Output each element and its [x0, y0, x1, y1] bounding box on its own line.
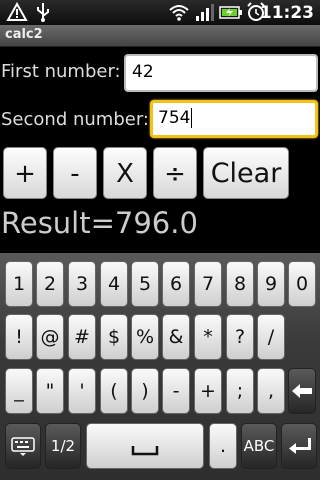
- key-at[interactable]: @: [36, 314, 64, 360]
- key-5[interactable]: 5: [131, 261, 159, 307]
- signal-icon: [196, 4, 214, 21]
- key-dollar[interactable]: $: [100, 314, 128, 360]
- key-double-quote[interactable]: ": [36, 368, 64, 414]
- key-question[interactable]: ?: [226, 314, 254, 360]
- multiply-button[interactable]: X: [103, 147, 147, 199]
- result-text: Result=796.0: [1, 206, 198, 240]
- key-period[interactable]: .: [209, 423, 237, 469]
- key-plus[interactable]: +: [194, 368, 222, 414]
- enter-icon: [289, 438, 311, 454]
- key-hash[interactable]: #: [68, 314, 96, 360]
- backspace-icon: [292, 384, 312, 398]
- key-percent[interactable]: %: [131, 314, 159, 360]
- keyboard-icon: [11, 437, 35, 456]
- key-9[interactable]: 9: [257, 261, 285, 307]
- key-0[interactable]: 0: [288, 261, 316, 307]
- abc-key[interactable]: ABC: [241, 423, 277, 469]
- clock: 11:23: [259, 3, 314, 23]
- key-6[interactable]: 6: [162, 261, 190, 307]
- key-single-quote[interactable]: ': [68, 368, 96, 414]
- space-icon: [131, 446, 159, 456]
- status-bar: 11:23: [0, 0, 320, 25]
- wifi-icon: [169, 5, 189, 21]
- first-number-label: First number:: [1, 61, 121, 82]
- key-underscore[interactable]: _: [5, 368, 33, 414]
- warning-icon: [6, 2, 28, 21]
- key-close-paren[interactable]: ): [131, 368, 159, 414]
- second-number-value: 754: [158, 108, 191, 128]
- key-comma[interactable]: ,: [257, 368, 285, 414]
- key-1[interactable]: 1: [5, 261, 33, 307]
- key-4[interactable]: 4: [100, 261, 128, 307]
- add-button[interactable]: +: [3, 147, 47, 199]
- app-title-bar: calc2: [0, 25, 320, 47]
- text-cursor: [191, 108, 193, 128]
- key-exclamation[interactable]: !: [5, 314, 33, 360]
- key-7[interactable]: 7: [194, 261, 222, 307]
- key-slash[interactable]: /: [257, 314, 285, 360]
- symbols-page-key[interactable]: 1/2: [45, 423, 81, 469]
- second-number-label: Second number:: [1, 109, 149, 130]
- key-3[interactable]: 3: [68, 261, 96, 307]
- first-number-value: 42: [132, 62, 154, 82]
- keyboard-settings-key[interactable]: [5, 423, 41, 469]
- key-asterisk[interactable]: *: [194, 314, 222, 360]
- usb-icon: [37, 3, 49, 22]
- clear-button[interactable]: Clear: [203, 147, 289, 199]
- divide-button[interactable]: ÷: [153, 147, 197, 199]
- subtract-button[interactable]: -: [53, 147, 97, 199]
- key-open-paren[interactable]: (: [100, 368, 128, 414]
- app-title: calc2: [5, 27, 43, 42]
- key-ampersand[interactable]: &: [162, 314, 190, 360]
- soft-keyboard: 1 2 3 4 5 6 7 8 9 0 ! @ # $ % & * ? / _ …: [0, 253, 320, 480]
- first-number-input[interactable]: 42: [124, 54, 318, 92]
- enter-key[interactable]: [281, 423, 317, 469]
- key-2[interactable]: 2: [36, 261, 64, 307]
- key-semicolon[interactable]: ;: [226, 368, 254, 414]
- key-minus[interactable]: -: [162, 368, 190, 414]
- battery-charging-icon: [219, 6, 242, 19]
- space-key[interactable]: [86, 423, 204, 469]
- second-number-input[interactable]: 754: [150, 100, 318, 138]
- key-8[interactable]: 8: [226, 261, 254, 307]
- backspace-key[interactable]: [288, 368, 316, 414]
